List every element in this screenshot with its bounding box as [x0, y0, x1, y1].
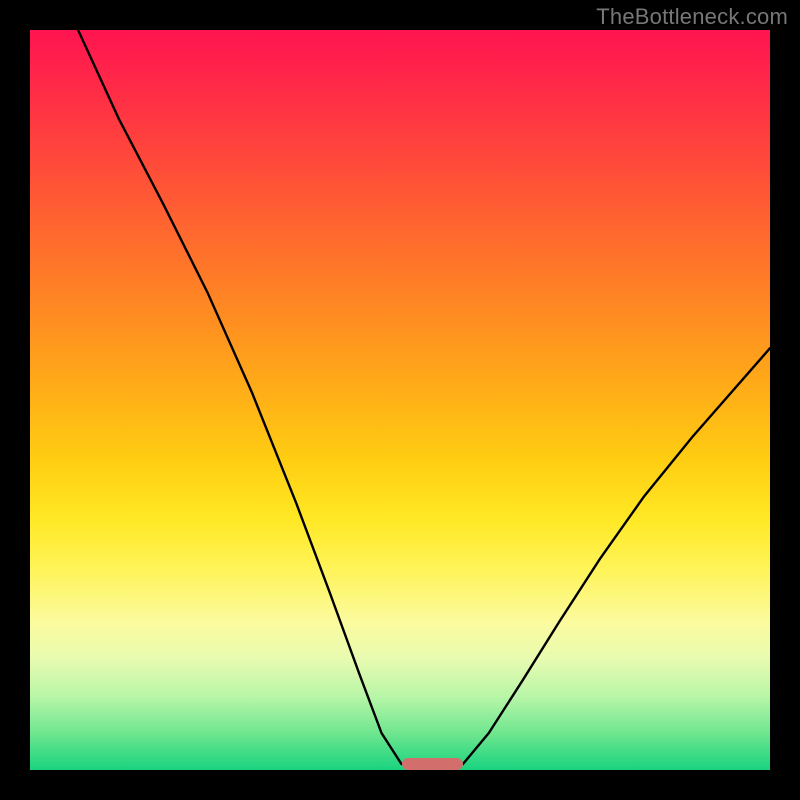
chart-frame: TheBottleneck.com — [0, 0, 800, 800]
curve-path — [78, 30, 770, 764]
bottleneck-curve — [30, 30, 770, 770]
plot-area — [30, 30, 770, 770]
optimum-marker — [402, 758, 463, 770]
watermark-text: TheBottleneck.com — [596, 4, 788, 30]
